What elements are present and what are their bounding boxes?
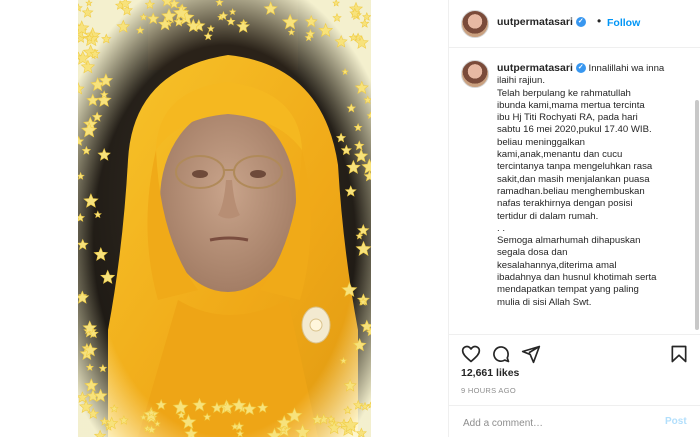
caption-line: . . [497,222,505,234]
caption-line: Innalillahi wa inna [588,63,665,74]
follow-button[interactable]: Follow [607,17,640,29]
comment-bar: Post [449,405,700,438]
caption: uutpermatasari ✓ Innalillahi wa inna ilai… [497,62,689,309]
bookmark-icon[interactable] [669,344,689,364]
caption-line: tercintanya tanpa mengeluhkan rasa [497,161,653,173]
avatar[interactable] [461,10,489,38]
post-comment-button[interactable]: Post [665,416,687,427]
caption-line: Telah berpulang ke rahmatullah [497,87,631,99]
caption-scrollbar[interactable] [695,100,699,330]
caption-line: kesalahannya,diterima amal [497,259,617,271]
caption-line: Semoga almarhumah dihapuskan [497,235,641,247]
caption-line: mendapatkan tempat yang paling [497,284,639,296]
caption-line: ramadhan.beliau menghembuskan [497,185,645,197]
separator-dot: • [597,14,602,28]
caption-username[interactable]: uutpermatasari ✓ [497,62,586,74]
caption-line: beliau meninggalkan [497,136,586,148]
share-icon[interactable] [521,344,541,364]
caption-line: kami,anak,menantu dan cucu [497,149,623,161]
caption-line: ibadahnya dan husnul khotimah serta [497,272,657,284]
heart-icon[interactable] [461,344,481,364]
header-username[interactable]: uutpermatasari ✓ [497,16,586,28]
caption-line: mulia di sisi Allah Swt. [497,296,592,308]
post-header: uutpermatasari ✓ • Follow [449,0,700,48]
caption-line: ilaihi rajiun. [497,75,545,87]
post-photo[interactable] [78,0,371,437]
verified-icon: ✓ [575,17,586,28]
caption-line: sakit,dan masih menjalankan puasa [497,173,650,185]
caption-verified-icon: ✓ [575,63,586,74]
caption-area: uutpermatasari ✓ Innalillahi wa inna ilai… [449,48,700,334]
post-side-panel: uutpermatasari ✓ • Follow uutpermatasari ✓… [448,0,700,437]
header-username-text[interactable]: uutpermatasari [497,16,573,28]
caption-avatar[interactable] [461,60,489,88]
caption-line: segala dosa dan [497,247,568,259]
comment-input[interactable] [461,414,655,432]
likes-count[interactable]: 12,661 likes [461,367,519,379]
comment-icon[interactable] [491,344,511,364]
caption-line: ibunda kami,mama mertua tercinta [497,99,645,111]
caption-line: tertidur di dalam rumah. [497,210,599,222]
caption-line: ibu Hj Titi Rochyati RA, pada hari [497,112,638,124]
caption-line: nafas terakhirnya dengan posisi [497,198,633,210]
caption-username-text[interactable]: uutpermatasari [497,62,573,74]
portrait-image [78,0,371,437]
left-background [0,0,78,437]
post-time[interactable]: 9 HOURS AGO [461,386,516,395]
caption-line: sabtu 16 mei 2020,pukul 17.40 WIB. [497,124,652,136]
